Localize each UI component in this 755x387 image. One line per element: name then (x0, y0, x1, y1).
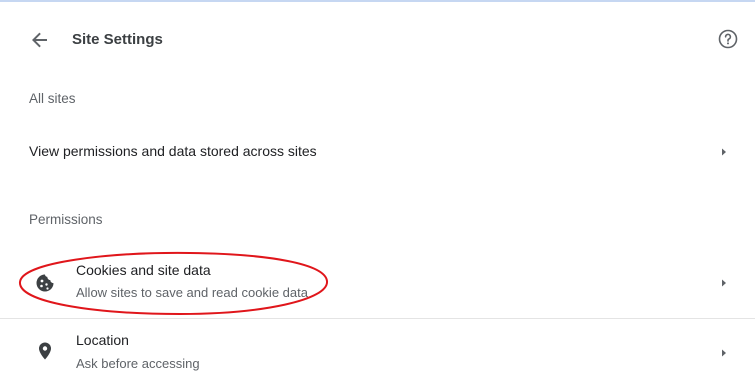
permission-subtitle: Allow sites to save and read cookie data (76, 285, 308, 300)
location-pin-icon (39, 342, 51, 360)
chevron-right-icon (722, 279, 726, 287)
site-settings-page: Site Settings All sites View permissions… (0, 0, 755, 387)
divider (0, 318, 755, 319)
chevron-right-icon (722, 148, 726, 156)
view-all-sites-row[interactable]: View permissions and data stored across … (0, 130, 755, 174)
cookie-icon (36, 274, 54, 292)
permission-title: Cookies and site data (76, 262, 211, 278)
view-all-sites-label: View permissions and data stored across … (29, 143, 317, 159)
top-border (0, 0, 755, 2)
permission-item-cookies[interactable]: Cookies and site data Allow sites to sav… (0, 252, 755, 316)
permission-title: Location (76, 332, 129, 348)
back-button[interactable] (28, 28, 52, 52)
permission-subtitle: Ask before accessing (76, 356, 200, 371)
chevron-right-icon (722, 349, 726, 357)
page-title: Site Settings (72, 31, 163, 48)
permission-item-location[interactable]: Location Ask before accessing (0, 320, 755, 384)
arrow-left-icon (32, 32, 47, 48)
header: Site Settings (0, 18, 755, 62)
section-label-permissions: Permissions (29, 212, 103, 227)
section-label-all-sites: All sites (29, 91, 76, 106)
help-circle-icon (718, 29, 738, 49)
help-button[interactable] (716, 27, 740, 51)
